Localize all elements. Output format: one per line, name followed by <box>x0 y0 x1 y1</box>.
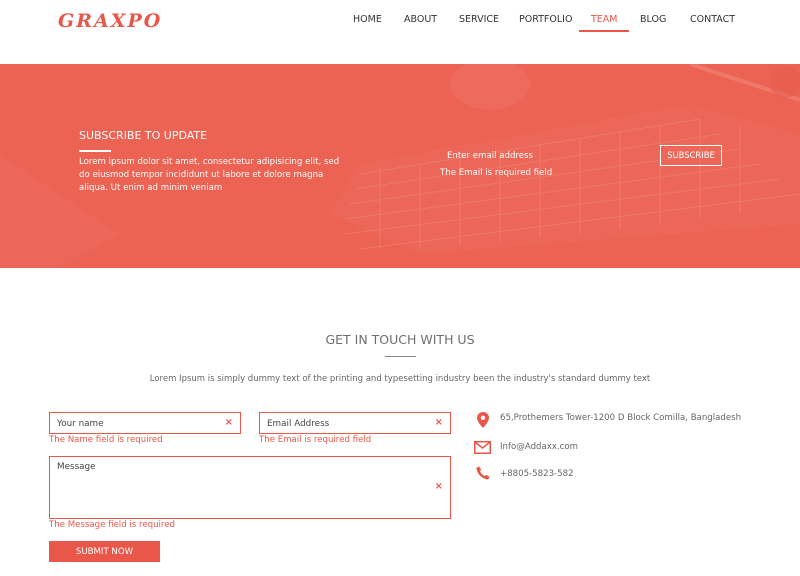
navbar: GRAXPO HOME ABOUT SERVICE PORTFOLIO TEAM… <box>0 0 800 64</box>
nav-service[interactable]: SERVICE <box>459 14 499 25</box>
subscribe-email-error: The Email is required field <box>440 168 553 178</box>
nav-contact[interactable]: CONTACT <box>690 14 735 25</box>
nav-active-indicator <box>579 30 629 32</box>
contact-divider <box>385 356 416 357</box>
nav-blog[interactable]: BLOG <box>640 14 666 25</box>
message-field: × <box>49 456 451 519</box>
subscribe-section: SUBSCRIBE TO UPDATE Lorem ipsum dolor si… <box>0 64 800 268</box>
contact-title: GET IN TOUCH WITH US <box>325 332 475 347</box>
message-clear-icon[interactable]: × <box>435 481 443 492</box>
email-error: The Email is required field <box>259 435 372 445</box>
nav-home[interactable]: HOME <box>353 14 382 25</box>
subscribe-email-input[interactable] <box>447 151 647 161</box>
logo[interactable]: GRAXPO <box>58 10 162 32</box>
nav-about[interactable]: ABOUT <box>404 14 437 25</box>
nav-portfolio[interactable]: PORTFOLIO <box>519 14 572 25</box>
message-input[interactable] <box>50 457 450 518</box>
name-error: The Name field is required <box>49 435 163 445</box>
phone-icon <box>476 466 490 480</box>
email-input[interactable] <box>260 414 450 434</box>
subscribe-divider <box>79 150 111 152</box>
contact-subtitle: Lorem Ipsum is simply dummy text of the … <box>149 374 651 384</box>
nav-team[interactable]: TEAM <box>591 14 618 25</box>
name-field: × <box>49 412 241 434</box>
message-error: The Message field is required <box>49 520 175 530</box>
subscribe-button[interactable]: SUBSCRIBE <box>660 145 722 166</box>
contact-address: 65,Prothemers Tower-1200 D Block Comilla… <box>500 413 742 423</box>
name-input[interactable] <box>50 414 240 434</box>
subscribe-title: SUBSCRIBE TO UPDATE <box>79 129 208 142</box>
contact-phone[interactable]: +8805-5823-582 <box>500 469 574 479</box>
email-clear-icon[interactable]: × <box>435 417 443 428</box>
contact-email[interactable]: Info@Addaxx.com <box>500 442 578 452</box>
subscribe-description: Lorem ipsum dolor sit amet, consectetur … <box>79 157 340 194</box>
map-pin-icon <box>477 412 489 428</box>
email-field: × <box>259 412 451 434</box>
envelope-icon <box>474 441 491 454</box>
name-clear-icon[interactable]: × <box>225 417 233 428</box>
submit-button[interactable]: SUBMIT NOW <box>49 541 160 562</box>
